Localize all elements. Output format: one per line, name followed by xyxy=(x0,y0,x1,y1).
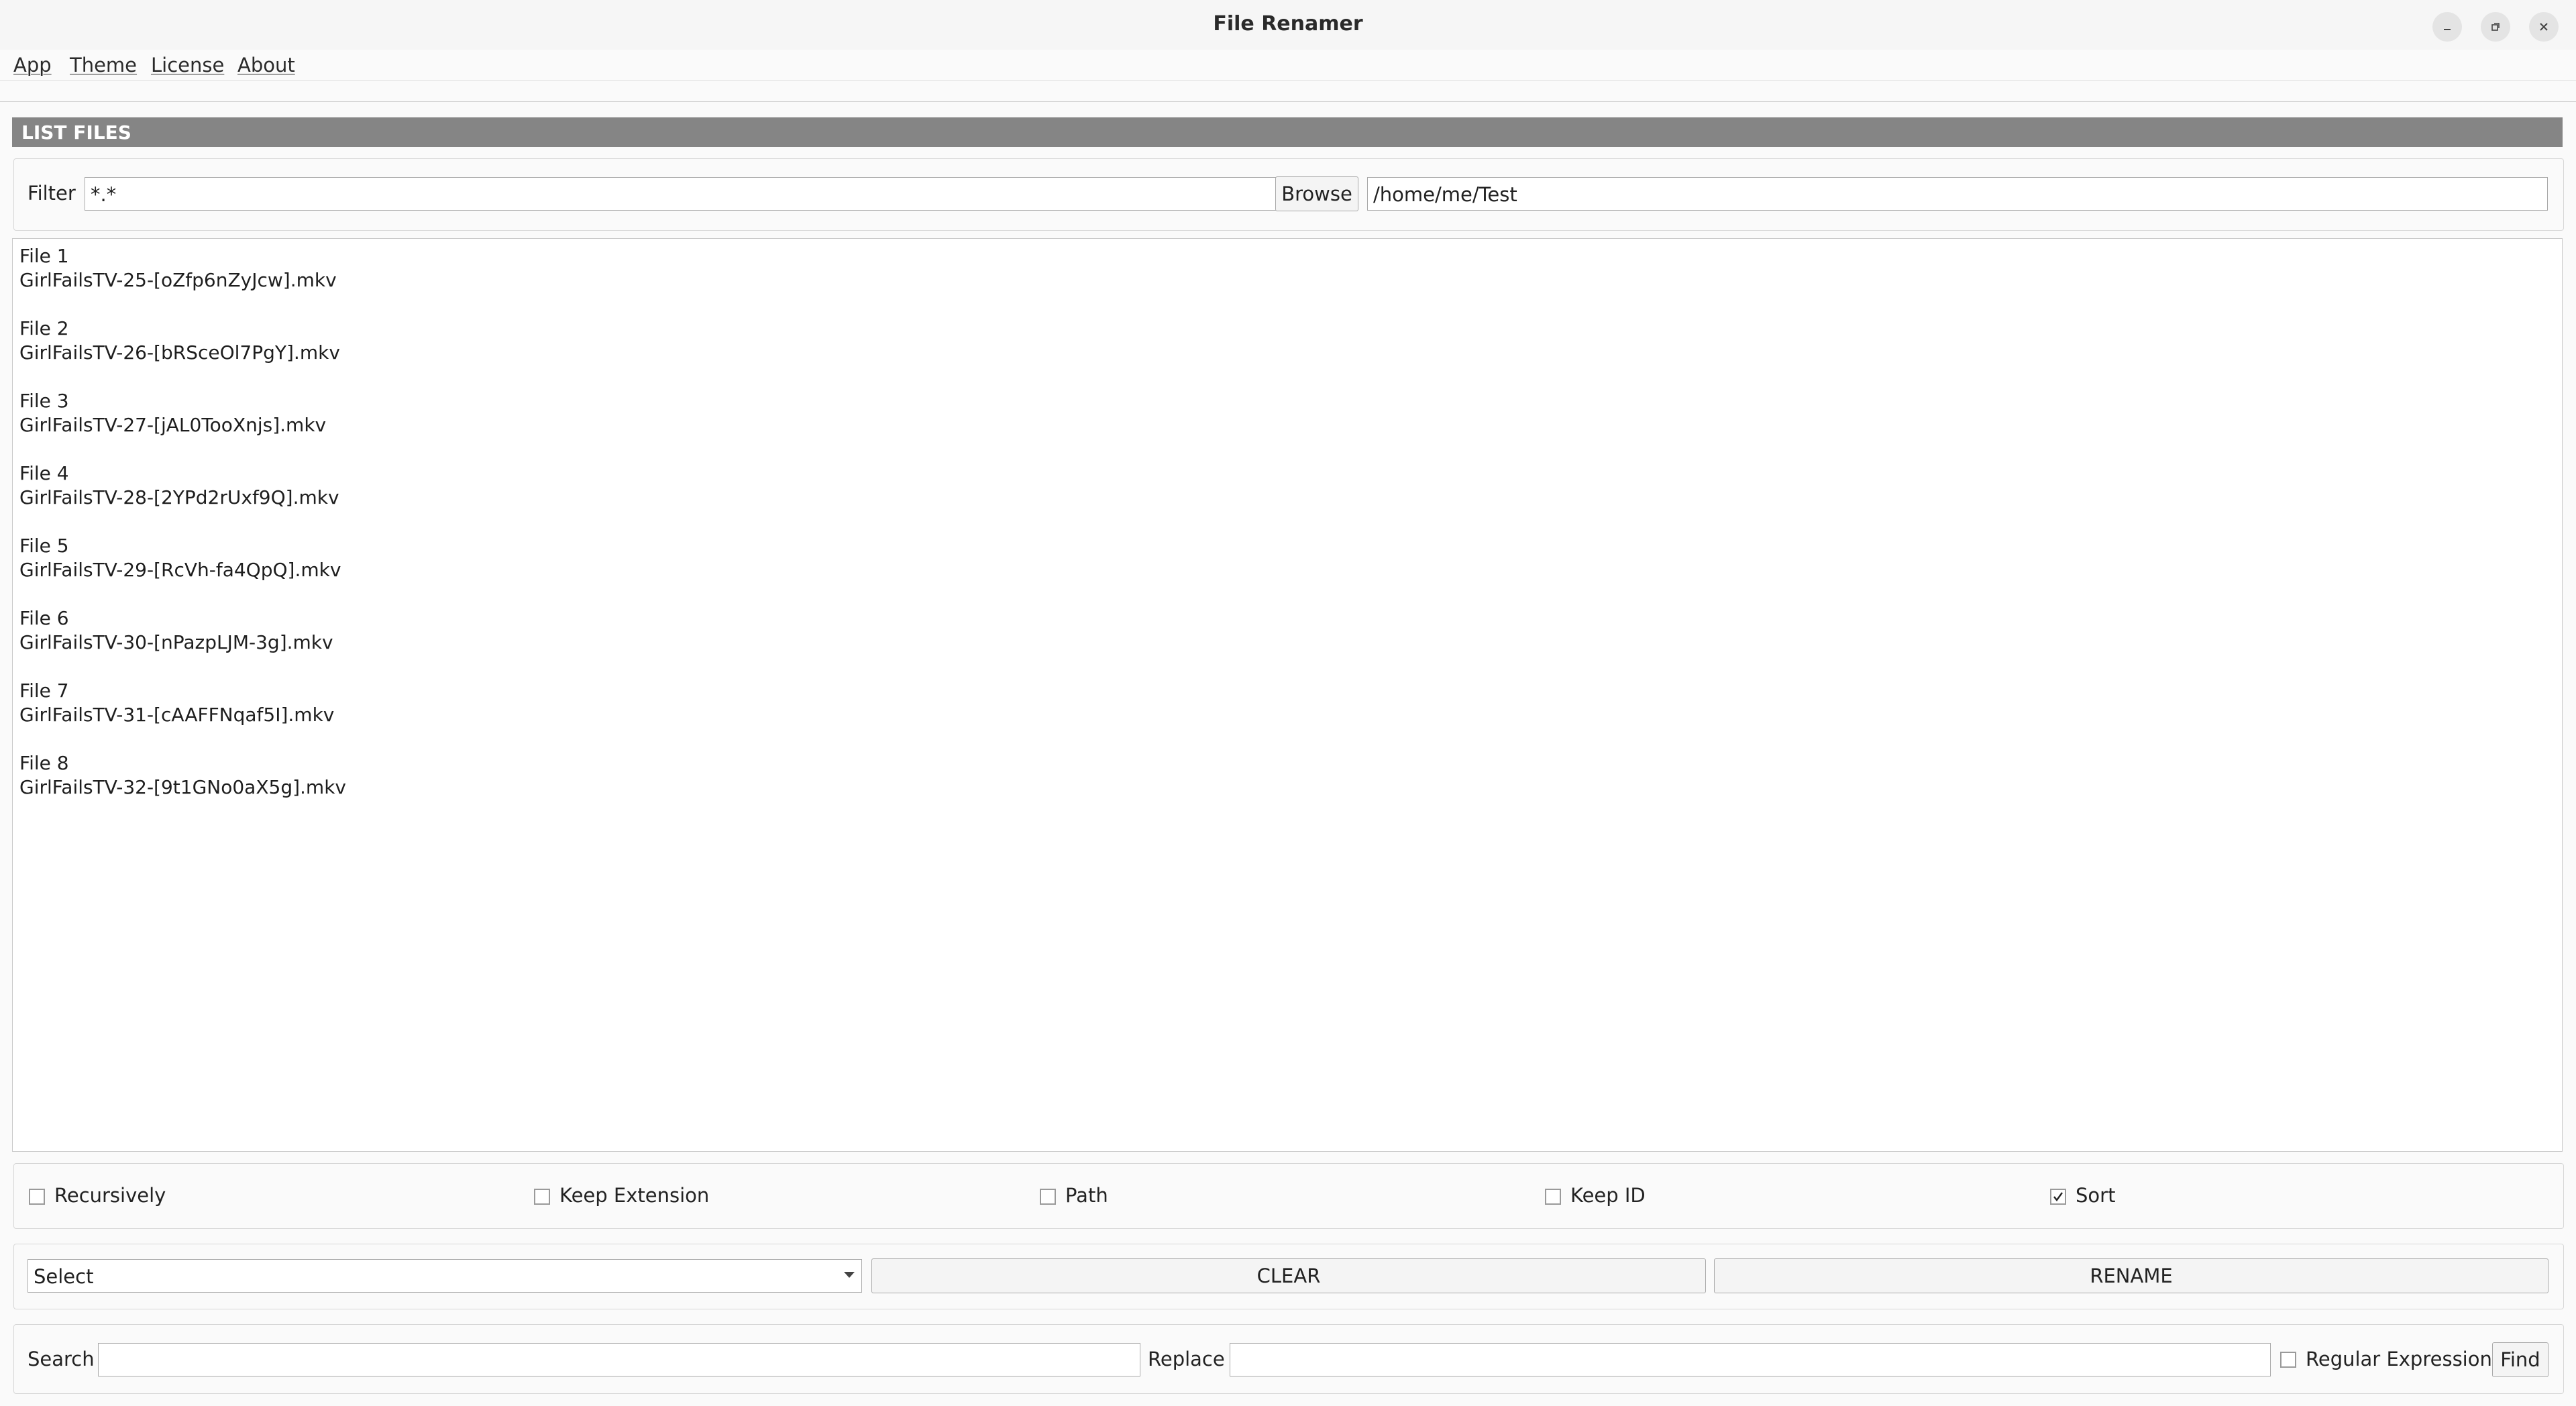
window-title: File Renamer xyxy=(1213,12,1363,36)
actions-group: Select CLEAR RENAME xyxy=(13,1244,2564,1309)
recursively-checkbox[interactable] xyxy=(29,1189,45,1205)
keep-extension-checkbox[interactable] xyxy=(534,1189,550,1205)
file-name: GirlFailsTV-30-[nPazpLJM-3g].mkv xyxy=(19,631,333,653)
replace-input[interactable] xyxy=(1230,1343,2271,1376)
search-input[interactable] xyxy=(98,1343,1140,1376)
toolbar-strip xyxy=(0,81,2576,102)
sort-label: Sort xyxy=(2076,1184,2116,1207)
restore-icon xyxy=(2491,23,2500,31)
menu-item-app[interactable]: App xyxy=(13,54,52,76)
recursively-label: Recursively xyxy=(54,1184,166,1207)
rename-button[interactable]: RENAME xyxy=(1714,1258,2548,1293)
list-item[interactable]: File 3 GirlFailsTV-27-[jAL0TooXnjs].mkv xyxy=(19,389,326,437)
file-name: GirlFailsTV-29-[RcVh-fa4QpQ].mkv xyxy=(19,559,341,581)
file-name: GirlFailsTV-27-[jAL0TooXnjs].mkv xyxy=(19,414,327,436)
sort-checkbox[interactable] xyxy=(2050,1189,2066,1205)
file-list[interactable]: File 1 GirlFailsTV-25-[oZfp6nZyJcw].mkv … xyxy=(12,238,2563,1152)
path-checkbox[interactable] xyxy=(1040,1189,1056,1205)
file-name: GirlFailsTV-32-[9t1GNo0aX5g].mkv xyxy=(19,776,346,798)
file-name: GirlFailsTV-31-[cAAFFNqaf5I].mkv xyxy=(19,704,335,726)
filter-group: Filter *.* Browse /home/me/Test xyxy=(13,158,2564,231)
find-button[interactable]: Find xyxy=(2492,1342,2548,1377)
app-window: File Renamer App Theme License About LIS… xyxy=(0,0,2576,1406)
replace-label: Replace xyxy=(1148,1348,1225,1370)
preset-select-value: Select xyxy=(34,1265,94,1288)
menu-item-theme[interactable]: Theme xyxy=(70,54,137,76)
list-item[interactable]: File 1 GirlFailsTV-25-[oZfp6nZyJcw].mkv xyxy=(19,244,337,292)
file-number-label: File 6 xyxy=(19,607,69,629)
browse-button[interactable]: Browse xyxy=(1275,176,1358,211)
file-number-label: File 8 xyxy=(19,752,69,774)
file-name: GirlFailsTV-26-[bRSceOl7PgY].mkv xyxy=(19,341,340,364)
search-group: Search Replace Regular Expression Find xyxy=(13,1324,2564,1394)
close-button[interactable] xyxy=(2529,12,2559,42)
list-item[interactable]: File 7 GirlFailsTV-31-[cAAFFNqaf5I].mkv xyxy=(19,679,334,727)
filter-input[interactable]: *.* xyxy=(85,177,1281,211)
regex-checkbox[interactable] xyxy=(2280,1352,2296,1368)
file-number-label: File 2 xyxy=(19,317,69,339)
list-item[interactable]: File 6 GirlFailsTV-30-[nPazpLJM-3g].mkv xyxy=(19,606,333,655)
file-number-label: File 7 xyxy=(19,680,69,702)
search-label: Search xyxy=(28,1348,95,1370)
section-header-list-files: LIST FILES xyxy=(12,117,2563,147)
path-label: Path xyxy=(1065,1184,1108,1207)
clear-button[interactable]: CLEAR xyxy=(871,1258,1706,1293)
list-item[interactable]: File 5 GirlFailsTV-29-[RcVh-fa4QpQ].mkv xyxy=(19,534,341,582)
file-name: GirlFailsTV-28-[2YPd2rUxf9Q].mkv xyxy=(19,486,339,508)
checkmark-icon xyxy=(2053,1192,2063,1201)
restore-button[interactable] xyxy=(2481,12,2510,42)
keep-extension-label: Keep Extension xyxy=(559,1184,710,1207)
minimize-button[interactable] xyxy=(2432,12,2462,42)
chevron-down-icon xyxy=(844,1272,855,1278)
regex-label: Regular Expression xyxy=(2306,1348,2492,1370)
close-icon xyxy=(2540,23,2548,31)
menu-item-about[interactable]: About xyxy=(237,54,295,76)
filter-label: Filter xyxy=(28,182,76,205)
list-item[interactable]: File 4 GirlFailsTV-28-[2YPd2rUxf9Q].mkv xyxy=(19,462,339,510)
preset-select[interactable]: Select xyxy=(28,1259,862,1293)
menu-item-license[interactable]: License xyxy=(151,54,224,76)
keep-id-label: Keep ID xyxy=(1570,1184,1646,1207)
minimize-icon xyxy=(2444,29,2451,30)
file-number-label: File 5 xyxy=(19,535,69,557)
file-number-label: File 1 xyxy=(19,245,69,267)
file-name: GirlFailsTV-25-[oZfp6nZyJcw].mkv xyxy=(19,269,337,291)
list-item[interactable]: File 2 GirlFailsTV-26-[bRSceOl7PgY].mkv xyxy=(19,317,340,365)
menu-bar: App Theme License About xyxy=(0,50,2576,81)
section-header-label: LIST FILES xyxy=(21,121,131,144)
file-number-label: File 3 xyxy=(19,390,69,412)
title-bar: File Renamer xyxy=(0,0,2576,50)
options-group: Recursively Keep Extension Path Keep ID … xyxy=(13,1163,2564,1229)
path-input[interactable]: /home/me/Test xyxy=(1367,177,2548,211)
file-number-label: File 4 xyxy=(19,462,69,484)
list-item[interactable]: File 8 GirlFailsTV-32-[9t1GNo0aX5g].mkv xyxy=(19,751,346,800)
keep-id-checkbox[interactable] xyxy=(1545,1189,1561,1205)
